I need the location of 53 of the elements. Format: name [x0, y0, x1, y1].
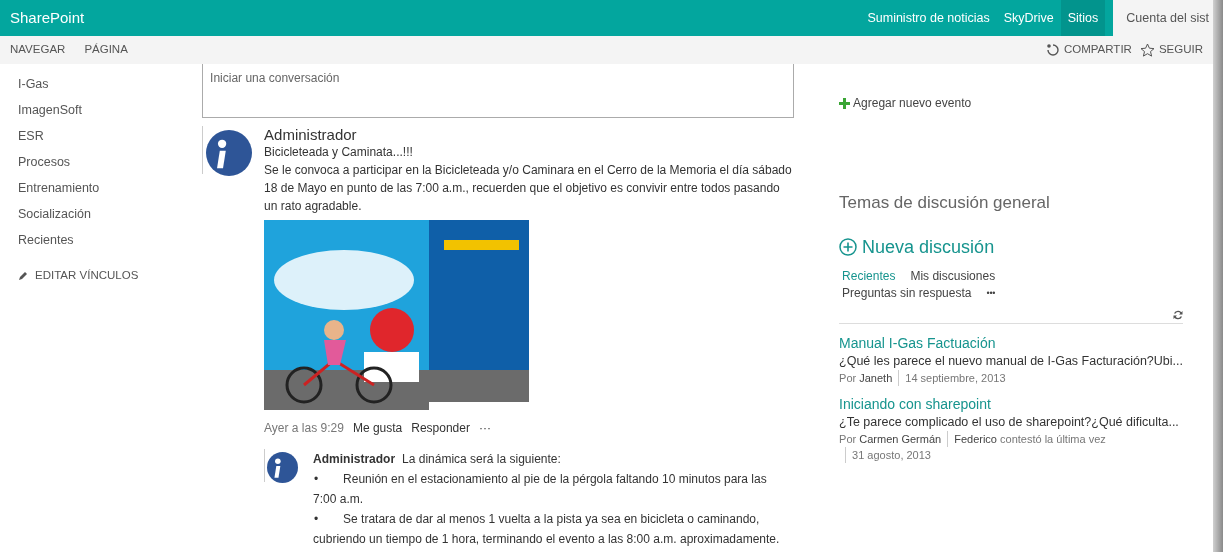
nav-link[interactable]: Recientes [18, 227, 186, 253]
meta-text: 31 agosto, 2013 [852, 448, 931, 461]
section-title: Temas de discusión general [839, 192, 1051, 214]
user-name-link[interactable]: Janeth [859, 371, 893, 384]
post-action-link[interactable]: Responder [411, 419, 470, 437]
ribbon-tab[interactable]: NAVEGAR [10, 41, 66, 59]
meta-text: Por [839, 432, 858, 445]
post-body: Se le convoca a participar en la Bicicleteada y/o Caminara en el Cerro de la Memoria el día sábado 18 de Mayo en punto de las 7:00 a.m., recuerden que el objetivo es convivir entre todos pasando un rato agradable. [264, 162, 793, 215]
meta-text: 14 septiembre, 2013 [905, 371, 1006, 384]
edit-links-link[interactable]: EDITAR VÍNCULOS [18, 267, 186, 285]
share-button[interactable]: COMPARTIR [1045, 41, 1132, 59]
filter-tab[interactable]: Mis discusiones [910, 267, 996, 285]
topic-title-link[interactable]: Iniciando con sharepoint [839, 394, 1183, 413]
more-button[interactable]: ••• [986, 284, 996, 302]
share-icon [1045, 43, 1060, 57]
add-event-link[interactable]: Agregar nuevo evento [839, 94, 1183, 112]
post-title: Bicicleteada y Caminata...!!! [264, 144, 414, 161]
ribbon-tab[interactable]: PÁGINA [84, 41, 128, 59]
avatar-icon [267, 452, 299, 483]
star-icon [1139, 43, 1155, 57]
meta-text: Por [839, 371, 858, 384]
account-menu[interactable]: Cuenta del sist [1113, 0, 1213, 36]
filter-tab[interactable]: Recientes [842, 267, 896, 285]
nav-link[interactable]: Procesos [18, 149, 186, 175]
nav-link[interactable]: I-Gas [18, 71, 186, 97]
nav-link[interactable]: ESR [18, 123, 186, 149]
bullet-item: • Se tratara de dar al menos 1 vuelta a la pista ya sea en bicicleta o caminando, cubriendo un tiempo de 1 hora, terminando el evento a las 8:00 a.m. aproximadamente. [313, 511, 781, 548]
topic-excerpt: ¿Te parece complicado el uso de sharepoint?¿Qué dificulta... [839, 413, 1180, 431]
topic-excerpt: ¿Qué les parece el nuevo manual de I-Gas Facturación?Ubi... [839, 352, 1183, 370]
avatar-icon [206, 130, 253, 176]
nav-link[interactable]: Socialización [18, 201, 186, 227]
post-author[interactable]: Administrador [264, 126, 795, 144]
user-name-link[interactable]: Federico [954, 432, 997, 445]
plus-circle-icon [839, 238, 858, 256]
bullet-item: • Reunión en el estacionamiento al pie de la pérgola faltando 10 minutos para las 7:00 a.m. [313, 471, 768, 508]
filter-tab[interactable]: Preguntas sin respuesta [842, 284, 972, 302]
nav-link[interactable]: ImagenSoft [18, 97, 186, 123]
compose-field[interactable]: Iniciar una conversación [202, 64, 795, 118]
post-action-link[interactable]: Me gusta [352, 419, 403, 437]
meta-text: contestó la última vez [999, 432, 1106, 445]
topic-title-link[interactable]: Manual I-Gas Factuación [839, 333, 1183, 352]
post-action-link[interactable]: ··· [478, 419, 491, 437]
top-nav-link[interactable]: Sitios [1060, 0, 1106, 36]
follow-button[interactable]: SEGUIR [1139, 41, 1203, 59]
plus-icon [839, 97, 851, 109]
reply-text: La dinámica será la siguiente: [402, 451, 561, 468]
nav-link[interactable]: Entrenamiento [18, 175, 186, 201]
pencil-icon [18, 270, 28, 281]
user-name-link[interactable]: Carmen Germán [859, 432, 942, 445]
reply-author[interactable]: Administrador [313, 449, 396, 469]
new-discussion-link[interactable]: Nueva discusión [839, 233, 1183, 261]
post-time: Ayer a las 9:29 [264, 420, 344, 437]
refresh-icon [1173, 309, 1183, 320]
